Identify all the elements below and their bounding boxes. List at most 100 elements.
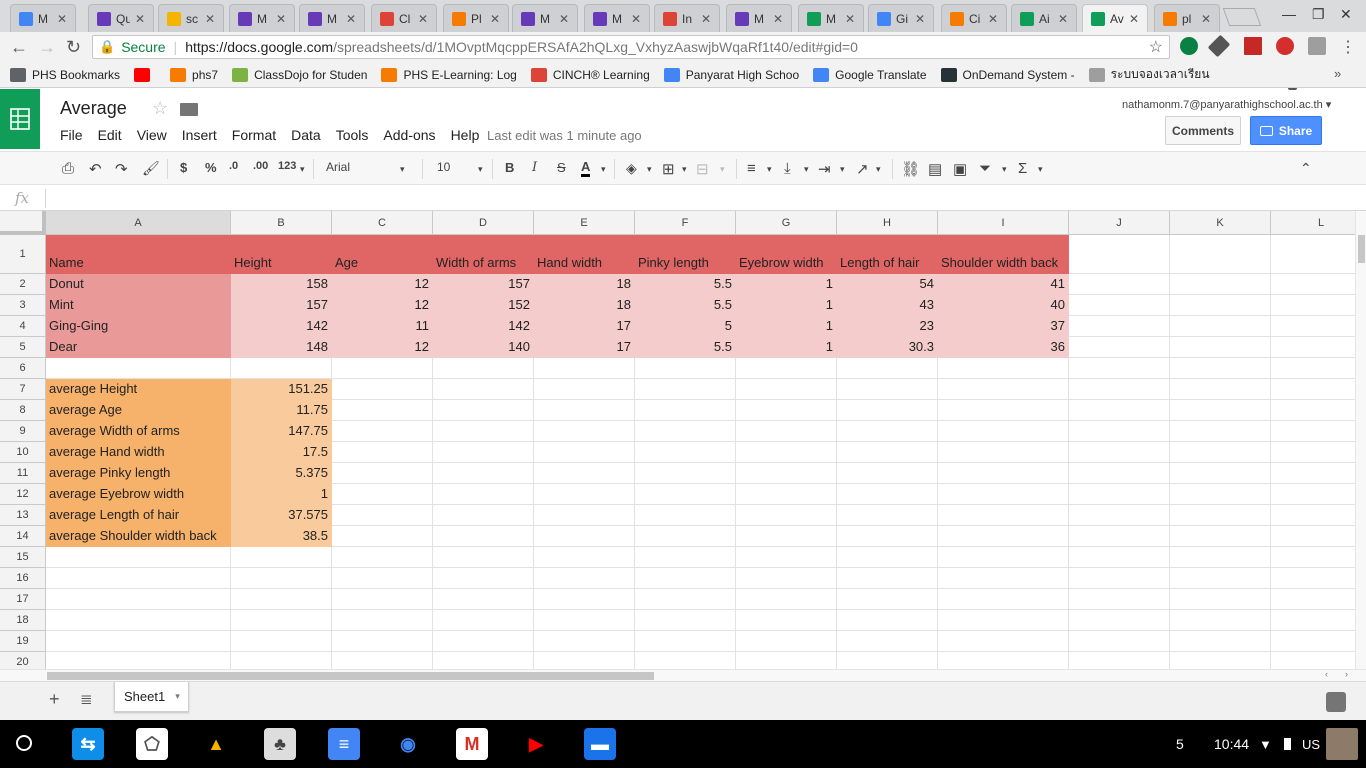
empty-cell[interactable] — [938, 631, 1069, 652]
menu-help[interactable]: Help — [451, 127, 480, 143]
average-value-cell[interactable]: 37.575 — [231, 505, 332, 526]
empty-cell[interactable] — [938, 526, 1069, 547]
borders-icon[interactable]: ⊞ — [662, 160, 675, 178]
data-cell[interactable]: 17 — [534, 316, 635, 337]
empty-cell[interactable] — [231, 652, 332, 669]
collapse-menus-icon[interactable]: ⌃ — [1300, 160, 1312, 177]
empty-cell[interactable] — [231, 358, 332, 379]
empty-cell[interactable] — [332, 421, 433, 442]
share-button[interactable]: Share — [1250, 116, 1322, 145]
empty-cell[interactable] — [736, 484, 837, 505]
empty-cell[interactable] — [332, 610, 433, 631]
browser-tab[interactable]: Gi ✕ — [868, 4, 934, 32]
empty-cell[interactable] — [231, 589, 332, 610]
empty-cell[interactable] — [837, 568, 938, 589]
header-cell[interactable]: Length of hair — [837, 235, 938, 274]
bookmark-star-icon[interactable]: ☆ — [1149, 37, 1163, 57]
menu-data[interactable]: Data — [291, 127, 321, 143]
empty-cell[interactable] — [938, 358, 1069, 379]
tab-close-icon[interactable]: ✕ — [135, 12, 145, 26]
empty-cell[interactable] — [534, 652, 635, 669]
row-header-17[interactable]: 17 — [0, 589, 46, 610]
data-cell[interactable]: 142 — [433, 316, 534, 337]
empty-cell[interactable] — [1069, 421, 1170, 442]
empty-cell[interactable] — [837, 358, 938, 379]
empty-cell[interactable] — [332, 358, 433, 379]
empty-cell[interactable] — [534, 526, 635, 547]
empty-cell[interactable] — [1170, 421, 1271, 442]
column-header-e[interactable]: E — [534, 211, 635, 235]
tab-close-icon[interactable]: ✕ — [276, 12, 286, 26]
row-header-1[interactable]: 1 — [0, 235, 46, 274]
data-cell[interactable]: 140 — [433, 337, 534, 358]
bookmark-item[interactable]: PHS Bookmarks — [10, 67, 120, 82]
tab-close-icon[interactable]: ✕ — [701, 12, 711, 26]
empty-cell[interactable] — [1069, 484, 1170, 505]
geogebra-app-icon[interactable]: ⬠ — [136, 728, 168, 760]
empty-cell[interactable] — [1271, 610, 1356, 631]
column-header-h[interactable]: H — [837, 211, 938, 235]
empty-cell[interactable] — [635, 379, 736, 400]
empty-cell[interactable] — [1271, 589, 1356, 610]
empty-cell[interactable] — [635, 421, 736, 442]
empty-cell[interactable] — [938, 505, 1069, 526]
empty-cell[interactable] — [635, 589, 736, 610]
forward-icon[interactable]: → — [38, 37, 56, 58]
row-header-10[interactable]: 10 — [0, 442, 46, 463]
empty-cell[interactable] — [1170, 337, 1271, 358]
header-cell[interactable]: Shoulder width back — [938, 235, 1069, 274]
empty-cell[interactable] — [837, 463, 938, 484]
decrease-decimal-button[interactable]: .0 — [229, 160, 238, 172]
empty-cell[interactable] — [1170, 316, 1271, 337]
empty-cell[interactable] — [534, 442, 635, 463]
empty-cell[interactable] — [736, 547, 837, 568]
locale-indicator[interactable]: US — [1302, 737, 1320, 752]
average-label-cell[interactable]: average Width of arms — [46, 421, 231, 442]
empty-cell[interactable] — [433, 526, 534, 547]
percent-format-button[interactable]: % — [205, 160, 217, 175]
empty-cell[interactable] — [837, 589, 938, 610]
empty-cell[interactable] — [1271, 652, 1356, 669]
empty-cell[interactable] — [736, 400, 837, 421]
tab-close-icon[interactable]: ✕ — [915, 12, 925, 26]
browser-tab[interactable]: Pl ✕ — [443, 4, 509, 32]
empty-cell[interactable] — [332, 379, 433, 400]
add-sheet-button[interactable]: + — [49, 689, 60, 710]
empty-cell[interactable] — [1170, 652, 1271, 669]
column-header-g[interactable]: G — [736, 211, 837, 235]
row-header-19[interactable]: 19 — [0, 631, 46, 652]
menu-format[interactable]: Format — [232, 127, 276, 143]
column-header-j[interactable]: J — [1069, 211, 1170, 235]
empty-cell[interactable] — [938, 379, 1069, 400]
paint-format-icon[interactable]: 🖌 — [142, 160, 160, 177]
menu-view[interactable]: View — [137, 127, 167, 143]
bookmark-item[interactable]: Google Translate — [813, 67, 927, 82]
empty-cell[interactable] — [837, 526, 938, 547]
average-label-cell[interactable]: average Shoulder width back — [46, 526, 231, 547]
empty-cell[interactable] — [332, 589, 433, 610]
empty-cell[interactable] — [534, 484, 635, 505]
empty-cell[interactable] — [837, 610, 938, 631]
empty-cell[interactable] — [938, 463, 1069, 484]
data-cell[interactable]: 23 — [837, 316, 938, 337]
empty-cell[interactable] — [1271, 316, 1356, 337]
docs-app-icon[interactable]: ≡ — [328, 728, 360, 760]
empty-cell[interactable] — [46, 358, 231, 379]
bold-button[interactable]: B — [505, 160, 514, 175]
row-header-11[interactable]: 11 — [0, 463, 46, 484]
row-header-9[interactable]: 9 — [0, 421, 46, 442]
data-cell[interactable]: 41 — [938, 274, 1069, 295]
data-cell[interactable]: 12 — [332, 274, 433, 295]
header-cell[interactable]: Name — [46, 235, 231, 274]
currency-format-button[interactable]: $ — [180, 160, 187, 175]
all-sheets-icon[interactable]: ≣ — [80, 690, 93, 708]
header-cell[interactable]: Width of arms — [433, 235, 534, 274]
row-header-4[interactable]: 4 — [0, 316, 46, 337]
empty-cell[interactable] — [534, 589, 635, 610]
bookmarks-overflow-icon[interactable]: » — [1334, 66, 1341, 81]
horizontal-scroll-thumb[interactable] — [47, 672, 654, 680]
empty-cell[interactable] — [332, 547, 433, 568]
empty-cell[interactable] — [736, 526, 837, 547]
empty-cell[interactable] — [736, 568, 837, 589]
data-cell[interactable]: 157 — [433, 274, 534, 295]
